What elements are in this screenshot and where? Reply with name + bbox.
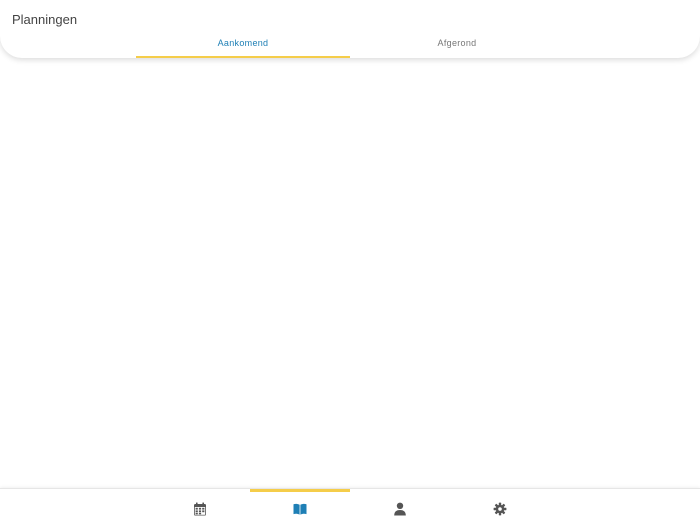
nav-item-settings[interactable]: [450, 489, 550, 525]
tab-afgerond[interactable]: Afgerond: [350, 30, 564, 58]
book-icon: [293, 502, 307, 516]
gear-icon: [493, 502, 507, 516]
bottom-nav-items: [150, 489, 550, 525]
tab-aankomend[interactable]: Aankomend: [136, 30, 350, 58]
nav-item-book[interactable]: [250, 489, 350, 525]
top-header: Planningen Aankomend Afgerond: [0, 0, 700, 58]
planning-list-empty: [0, 58, 700, 488]
page-title: Planningen: [12, 12, 78, 27]
user-icon: [393, 502, 407, 516]
tab-bar: Aankomend Afgerond: [136, 30, 564, 58]
calendar-icon: [193, 502, 207, 516]
app-root: Planningen Aankomend Afgerond: [0, 0, 700, 525]
nav-item-profile[interactable]: [350, 489, 450, 525]
bottom-navigation: [0, 488, 700, 525]
nav-item-calendar[interactable]: [150, 489, 250, 525]
